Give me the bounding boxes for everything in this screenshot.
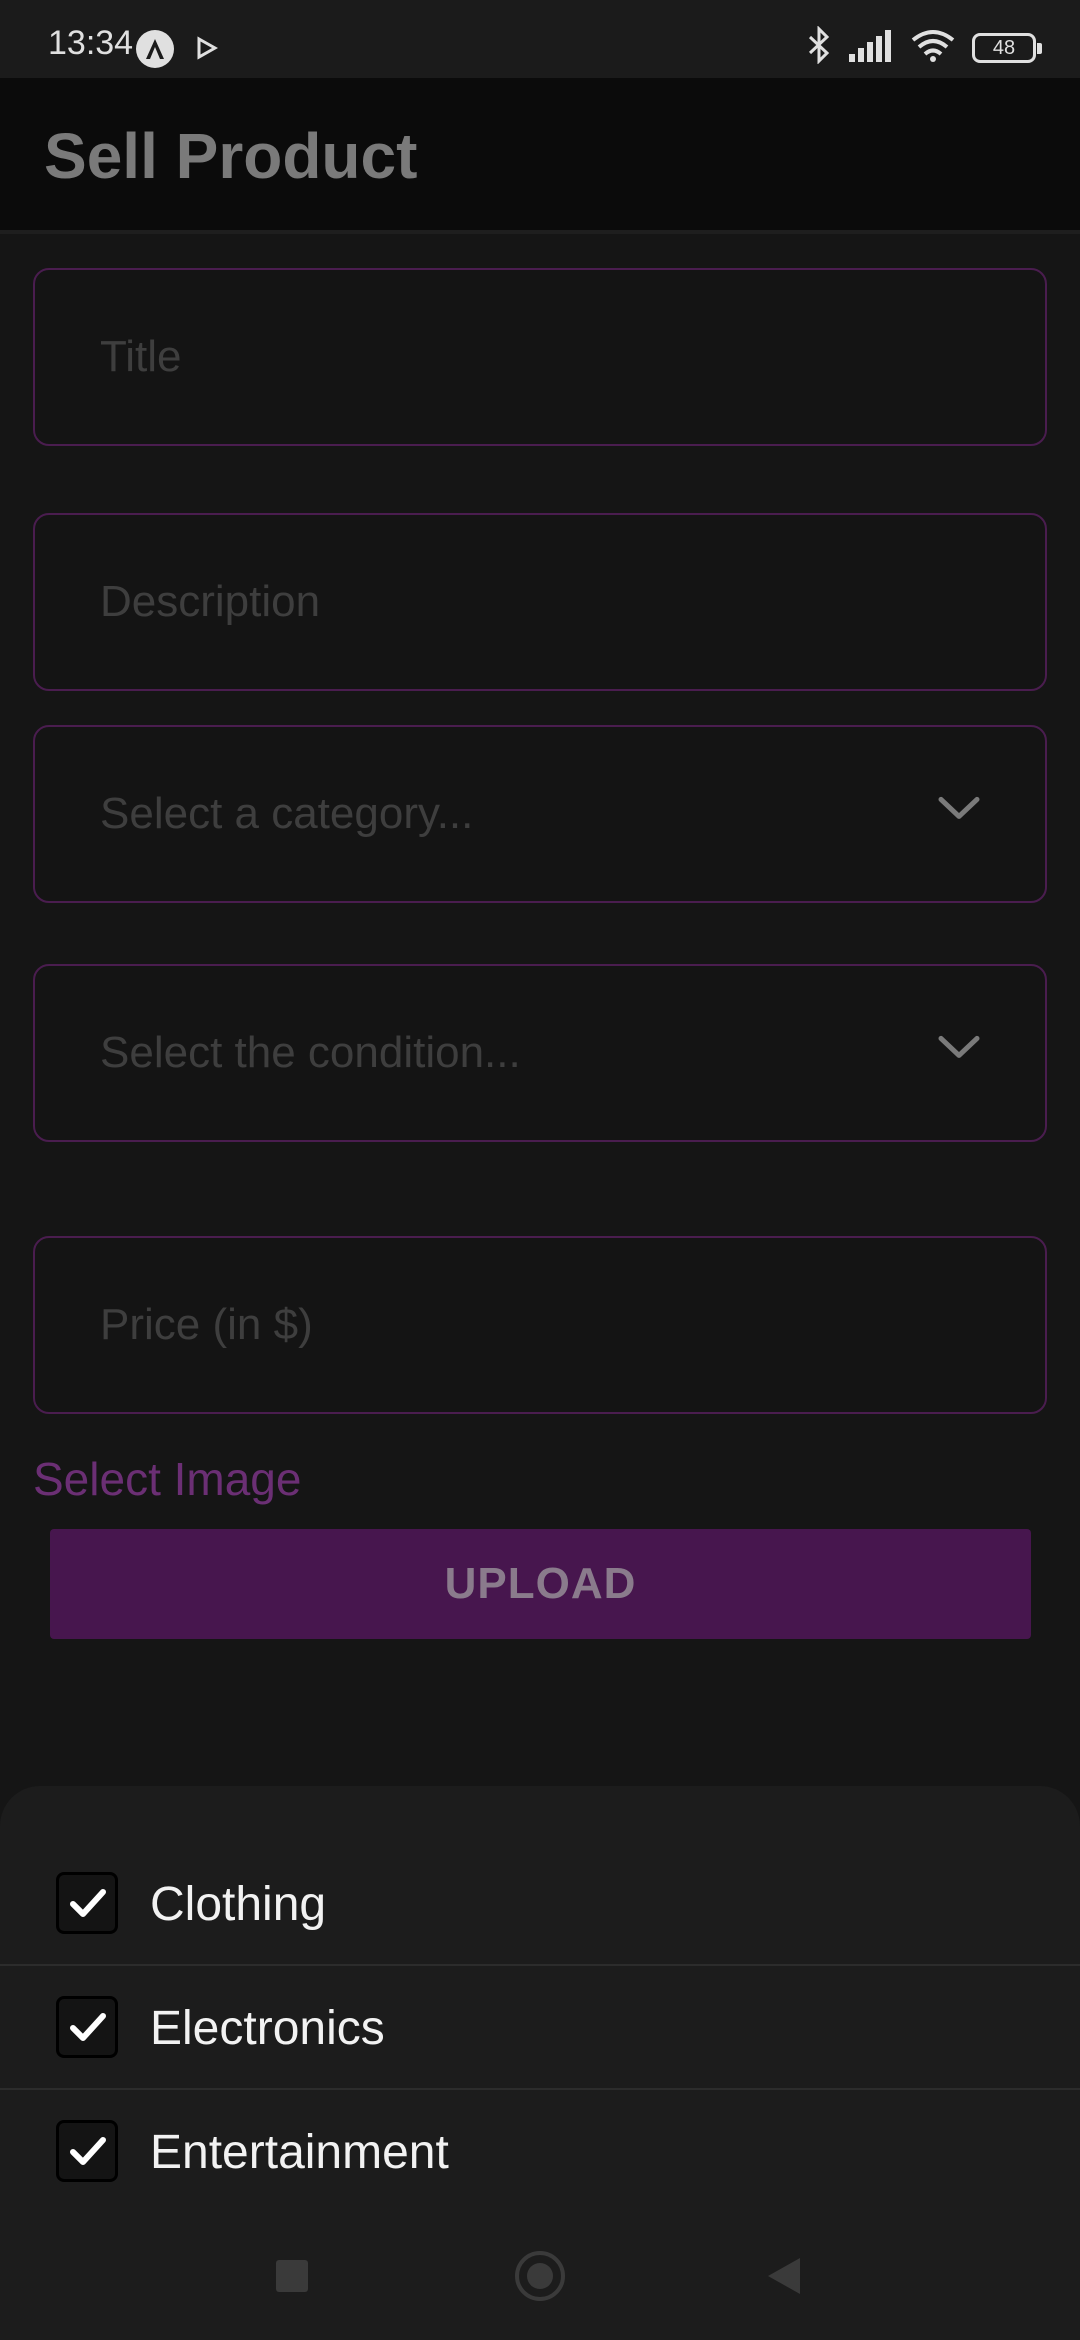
upload-button[interactable]: UPLOAD [50, 1529, 1031, 1639]
select-image-label: Select Image [33, 1453, 302, 1505]
status-bar: 13:34 48 [0, 0, 1080, 78]
checkbox[interactable] [56, 2120, 118, 2182]
price-placeholder: Price (in $) [100, 1300, 313, 1349]
screen: 13:34 48 Sell Product Title Description … [0, 0, 1080, 2340]
description-placeholder: Description [100, 577, 321, 626]
list-item-label: Entertainment [150, 2126, 449, 2179]
home-icon[interactable] [515, 2251, 565, 2301]
notification-a-icon [136, 30, 174, 68]
battery-icon: 48 [972, 32, 1042, 63]
bluetooth-icon [806, 25, 832, 69]
list-item[interactable]: Electronics [0, 1966, 1080, 2090]
back-icon[interactable] [766, 2256, 802, 2301]
list-item[interactable]: Clothing [0, 1842, 1080, 1966]
status-time: 13:34 [48, 24, 134, 62]
chevron-down-icon [937, 795, 981, 826]
condition-placeholder: Select the condition... [100, 1028, 521, 1077]
price-input[interactable]: Price (in $) [33, 1236, 1047, 1414]
category-placeholder: Select a category... [100, 789, 474, 838]
page-title: Sell Product [44, 120, 418, 192]
app-bar: Sell Product [0, 78, 1080, 234]
checkbox[interactable] [56, 1996, 118, 2058]
wifi-icon [910, 28, 956, 67]
condition-select[interactable]: Select the condition... [33, 964, 1047, 1142]
list-item-label: Electronics [150, 2002, 385, 2055]
list-item-label: Clothing [150, 1878, 327, 1931]
checkbox[interactable] [56, 1872, 118, 1934]
description-input[interactable]: Description [33, 513, 1047, 691]
status-icons: 48 [806, 25, 1042, 69]
list-item[interactable]: Entertainment [0, 2090, 1080, 2212]
chevron-down-icon [937, 1034, 981, 1065]
category-select[interactable]: Select a category... [33, 725, 1047, 903]
title-placeholder: Title [100, 332, 182, 381]
recents-icon[interactable] [276, 2260, 308, 2292]
play-icon [196, 36, 219, 65]
title-input[interactable]: Title [33, 268, 1047, 446]
signal-icon [848, 28, 894, 67]
